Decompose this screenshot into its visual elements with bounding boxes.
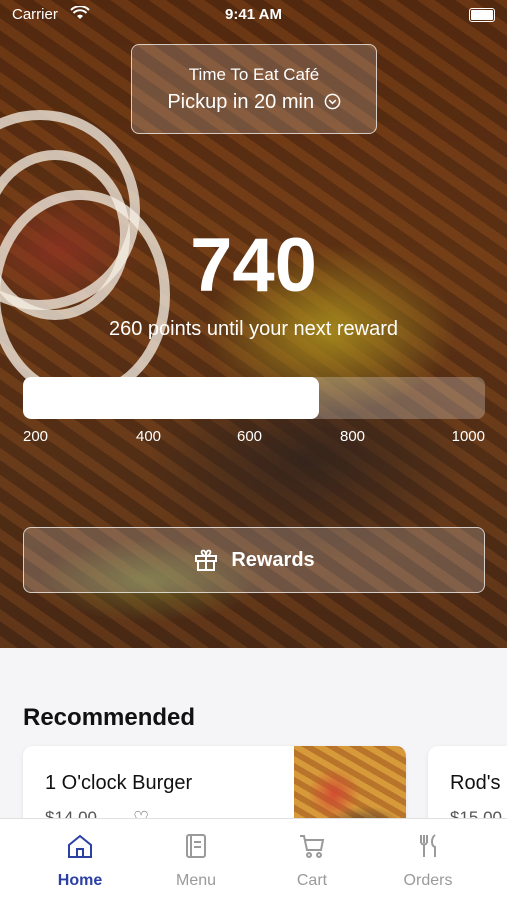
chevron-down-icon: [324, 93, 340, 110]
cart-icon: [300, 835, 325, 858]
progress-tick: 400: [136, 428, 162, 445]
points-total: 740: [190, 223, 317, 308]
item-name: 1 O'clock Burger: [45, 772, 193, 794]
tab-menu[interactable]: Menu: [133, 819, 259, 901]
store-name: Time To Eat Café: [188, 65, 320, 84]
status-time: 9:41 AM: [225, 6, 282, 23]
progress-ticks: 200 400 600 800 1000: [23, 428, 485, 448]
tab-label: Home: [57, 872, 103, 889]
item-name: Rod's: [450, 772, 501, 794]
tab-label: Orders: [403, 872, 453, 889]
section-title-recommended: Recommended: [23, 704, 196, 731]
menu-book-icon: [186, 834, 206, 858]
rewards-button[interactable]: Rewards: [23, 527, 485, 593]
tab-label: Cart: [296, 872, 328, 889]
points-message: 260 points until your next reward: [108, 318, 399, 340]
gift-icon: [195, 549, 218, 571]
tab-orders[interactable]: Orders: [365, 819, 491, 901]
pickup-label: Pickup in 20 min: [167, 91, 315, 113]
status-bar: Carrier 9:41 AM: [0, 0, 507, 30]
reward-progress-fill: [23, 377, 319, 419]
tab-cart[interactable]: Cart: [249, 819, 375, 901]
battery-icon: [469, 8, 495, 22]
reward-progress-bar: [23, 377, 485, 419]
home-icon: [68, 834, 92, 858]
fork-knife-icon: [420, 834, 436, 857]
tab-home[interactable]: Home: [17, 819, 143, 901]
tab-bar: Home Menu Cart Orders: [0, 818, 507, 901]
progress-tick: 1000: [451, 428, 485, 445]
tab-label: Menu: [175, 872, 217, 889]
progress-tick: 200: [23, 428, 49, 445]
progress-tick: 800: [340, 428, 366, 445]
rewards-label: Rewards: [231, 548, 315, 571]
store-selector[interactable]: Time To Eat Café Pickup in 20 min: [131, 44, 377, 134]
progress-tick: 600: [237, 428, 263, 445]
pickup-time: Pickup in 20 min: [132, 91, 376, 114]
